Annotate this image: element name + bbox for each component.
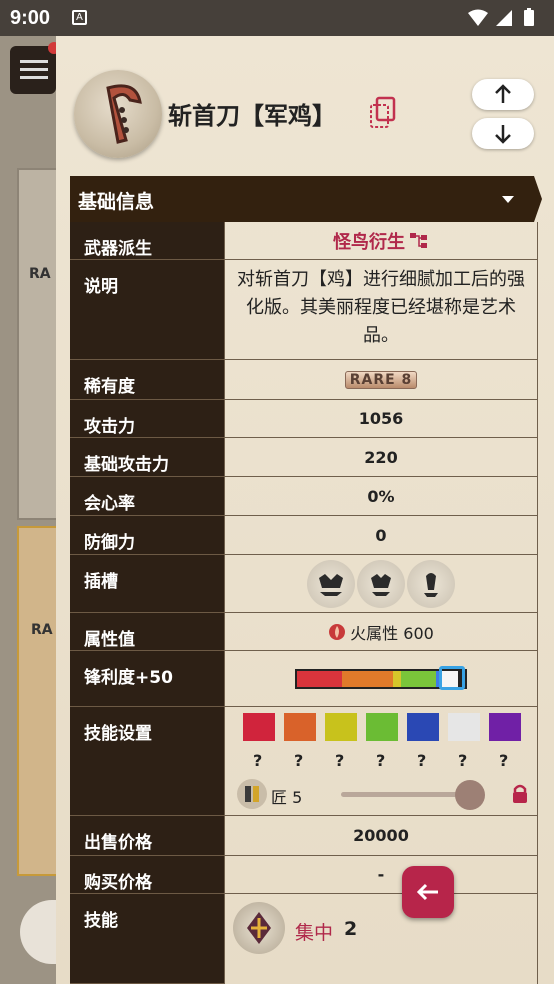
- row-derivation: 武器派生 怪鸟衍生: [70, 222, 538, 260]
- row-skills: 技能 集中 2: [70, 894, 538, 984]
- basic-info-header[interactable]: 基础信息: [70, 176, 542, 222]
- skill-level: 2: [344, 918, 358, 940]
- row-rarity: 稀有度 RARE 8: [70, 360, 538, 400]
- menu-button[interactable]: [10, 42, 60, 94]
- decoration-unknown-label: ?: [253, 751, 263, 770]
- status-bar: 9:00 A: [0, 0, 554, 36]
- weapon-detail-panel: 斩首刀【军鸡】 基础信息 武器派生 怪鸟衍生 说明 对斩首刀【鸡】进行细腻加工后…: [56, 36, 554, 984]
- decoration-color-button[interactable]: [489, 713, 521, 741]
- fire-element-icon: [329, 623, 346, 640]
- sell-price-value: 20000: [353, 826, 409, 845]
- rarity-badge: RARE 8: [344, 370, 418, 389]
- row-sell-price: 出售价格 20000: [70, 816, 538, 856]
- row-element: 属性值 火属性 600: [70, 613, 538, 651]
- weapon-title: 斩首刀【军鸡】: [168, 102, 336, 130]
- row-sharpness: 锋利度+50: [70, 651, 538, 707]
- next-button[interactable]: [472, 118, 534, 149]
- craft-icon: [237, 779, 267, 809]
- craft-slider-knob[interactable]: [455, 780, 485, 810]
- row-label: 出售价格: [84, 833, 152, 853]
- row-affinity: 会心率 0%: [70, 477, 538, 516]
- notification-icon: A: [72, 10, 87, 25]
- buy-price-value: -: [377, 865, 385, 884]
- status-icons: [466, 8, 542, 32]
- defense-value: 0: [375, 525, 387, 545]
- row-label: 攻击力: [84, 417, 135, 437]
- decoration-slot-lv4-icon[interactable]: [307, 559, 355, 608]
- attack-value: 1056: [358, 409, 404, 428]
- row-slots: 插槽: [70, 555, 538, 613]
- clock: 9:00: [10, 7, 51, 29]
- decoration-color-button[interactable]: [284, 713, 316, 741]
- row-description: 说明 对斩首刀【鸡】进行细腻加工后的强化版。其美丽程度已经堪称是艺术品。: [70, 260, 538, 360]
- row-label: 购买价格: [84, 873, 152, 893]
- craft-slider-track[interactable]: [341, 792, 471, 797]
- row-label: 会心率: [84, 494, 135, 514]
- row-label: 技能设置: [84, 724, 152, 744]
- decoration-color-button[interactable]: [325, 713, 357, 741]
- section-title: 基础信息: [78, 191, 155, 213]
- affinity-value: 0%: [367, 486, 395, 506]
- row-buy-price: 购买价格 -: [70, 856, 538, 894]
- decoration-unknown-label: ?: [458, 751, 468, 770]
- slot-list: [225, 555, 537, 612]
- sharpness-segment: [342, 671, 393, 687]
- row-label: 基础攻击力: [84, 455, 169, 475]
- decoration-slot-lv1-icon[interactable]: [407, 559, 455, 608]
- decoration-slot-lv3-icon[interactable]: [357, 559, 405, 608]
- row-label: 技能: [84, 911, 118, 931]
- row-label: 稀有度: [84, 377, 135, 397]
- row-label: 武器派生: [84, 239, 152, 259]
- row-label: 锋利度+50: [84, 668, 173, 688]
- base-attack-value: 220: [364, 447, 398, 467]
- sharpness-marker: [439, 666, 465, 690]
- wifi-signal-battery-icon: [468, 8, 534, 26]
- row-skill-settings: 技能设置 匠 5 ???????: [70, 707, 538, 816]
- row-base-attack: 基础攻击力 220: [70, 438, 538, 477]
- sharpness-segment: [392, 671, 402, 687]
- row-label: 属性值: [84, 630, 135, 650]
- decoration-unknown-label: ?: [376, 751, 386, 770]
- row-label: 插槽: [84, 572, 118, 592]
- background-rarity: RA: [31, 622, 53, 638]
- lock-icon: [513, 784, 527, 803]
- sharpness-segment: [297, 671, 343, 687]
- decoration-color-button[interactable]: [243, 713, 275, 741]
- row-label: 说明: [84, 277, 118, 297]
- chevron-down-icon: [502, 196, 514, 203]
- tree-icon: [410, 232, 427, 248]
- back-fab-button[interactable]: [402, 866, 454, 918]
- skill-focus-icon: [233, 902, 285, 954]
- element-value: 火属性 600: [350, 623, 434, 643]
- background-rarity: RA: [29, 266, 51, 282]
- background-card[interactable]: RA: [17, 168, 58, 520]
- decoration-unknown-label: ?: [417, 751, 427, 770]
- decoration-color-button[interactable]: [407, 713, 439, 741]
- back-arrow-icon: [416, 883, 438, 901]
- skill-name[interactable]: 集中: [295, 918, 333, 945]
- copy-icon[interactable]: [368, 96, 398, 134]
- row-attack: 攻击力 1056: [70, 400, 538, 438]
- decoration-unknown-label: ?: [294, 751, 304, 770]
- sharpness-segment: [401, 671, 437, 687]
- decoration-color-button[interactable]: [448, 713, 480, 741]
- craft-level-label: 匠 5: [271, 788, 303, 807]
- previous-button[interactable]: [472, 79, 534, 110]
- decoration-color-button[interactable]: [366, 713, 398, 741]
- decoration-unknown-label: ?: [335, 751, 345, 770]
- row-defense: 防御力 0: [70, 516, 538, 555]
- arrow-down-icon: [495, 125, 511, 144]
- background-card-selected[interactable]: RA: [17, 526, 58, 876]
- row-label: 防御力: [84, 533, 135, 553]
- derivation-link[interactable]: 怪鸟衍生: [333, 228, 405, 254]
- description-text: 对斩首刀【鸡】进行细腻加工后的强化版。其美丽程度已经堪称是艺术品。: [237, 269, 525, 346]
- decoration-unknown-label: ?: [499, 751, 509, 770]
- weapon-icon: [74, 70, 162, 158]
- arrow-up-icon: [495, 84, 511, 103]
